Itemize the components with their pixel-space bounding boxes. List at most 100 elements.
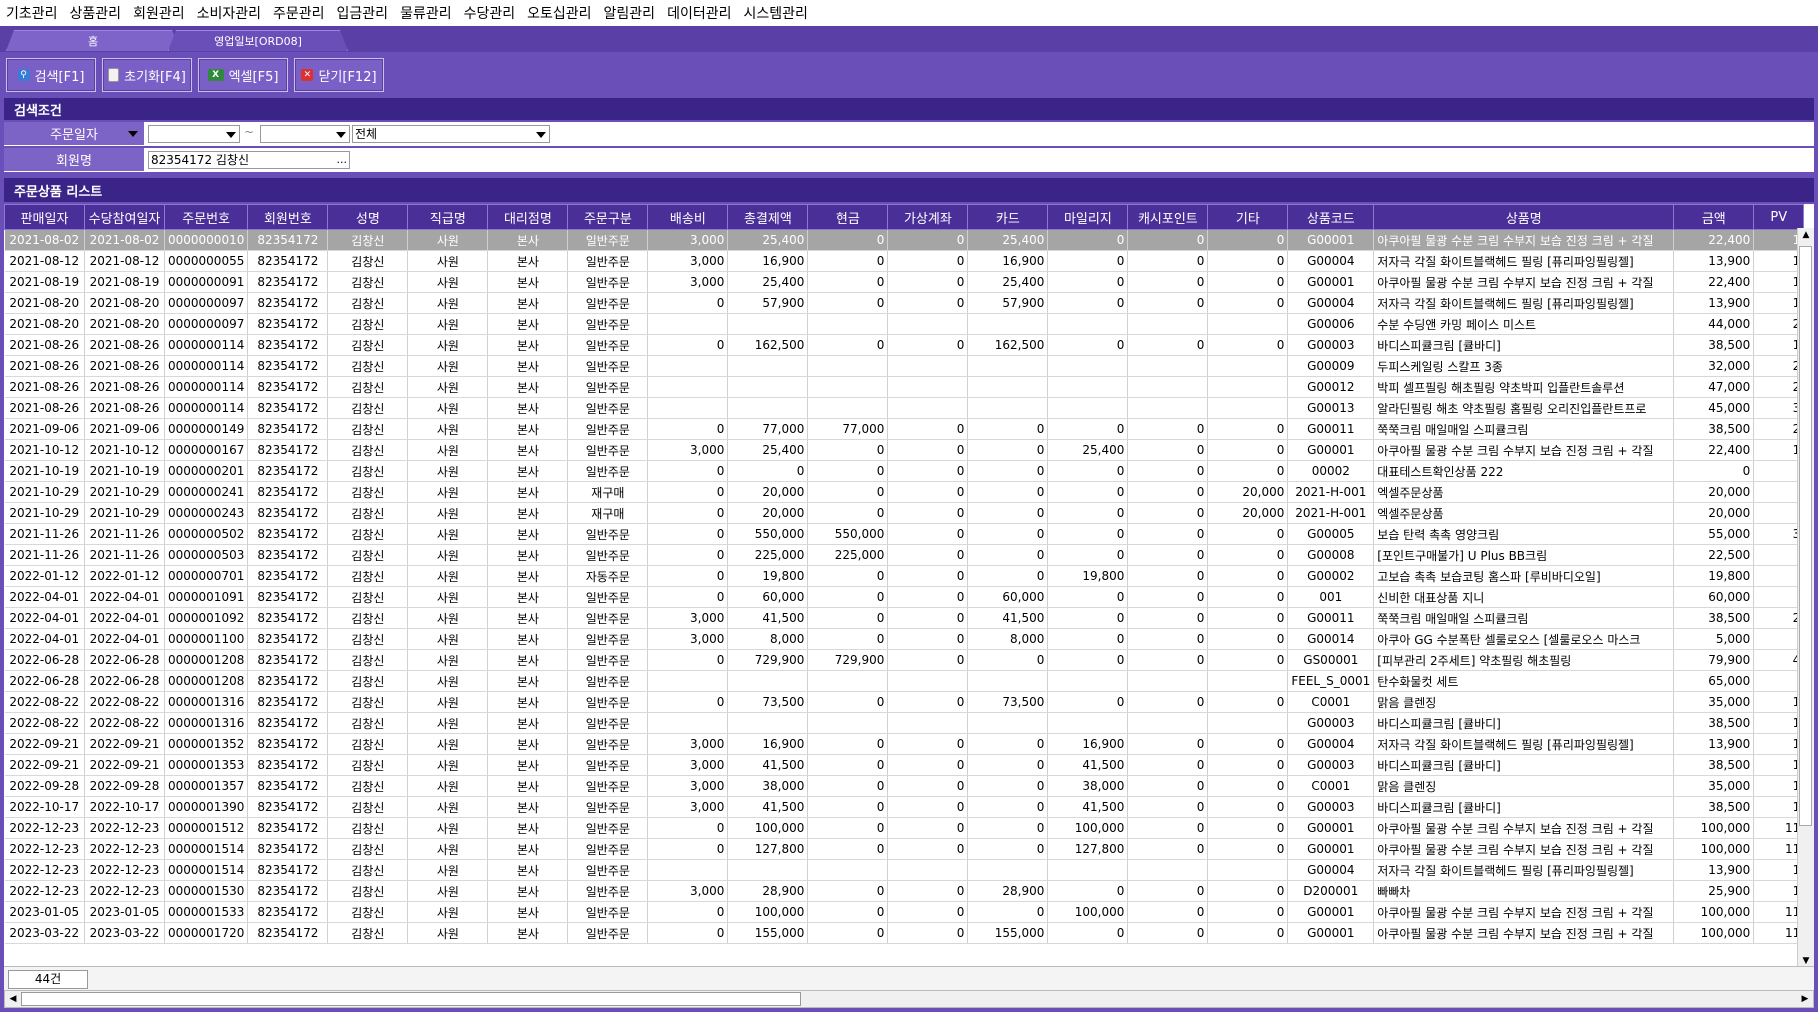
table-row[interactable]: 2021-08-26 2021-08-26 0000000114 82354172 김창… xyxy=(4,376,1805,398)
table-cell: 본사 xyxy=(487,418,569,440)
column-header[interactable]: 배송비 xyxy=(647,204,729,230)
table-row[interactable]: 2022-04-01 2022-04-01 0000001091 82354172 김창… xyxy=(4,586,1805,608)
table-cell: 25,400 xyxy=(727,439,809,461)
table-row[interactable]: 2022-12-23 2022-12-23 0000001512 82354172 김창… xyxy=(4,817,1805,839)
menu-item[interactable]: 알림관리 xyxy=(598,3,662,23)
menu-item[interactable]: 소비자관리 xyxy=(191,3,267,23)
menu-item[interactable]: 수당관리 xyxy=(458,3,522,23)
table-row[interactable]: 2021-11-26 2021-11-26 0000000502 82354172 김창… xyxy=(4,523,1805,545)
vertical-scrollbar[interactable]: ▲ ▼ xyxy=(1797,228,1814,968)
column-header[interactable]: PV xyxy=(1753,204,1805,230)
table-row[interactable]: 2022-09-21 2022-09-21 0000001353 82354172 김창… xyxy=(4,754,1805,776)
table-row[interactable]: 2021-11-26 2021-11-26 0000000503 82354172 김창… xyxy=(4,544,1805,566)
date-to-field[interactable] xyxy=(260,125,350,143)
table-row[interactable]: 2021-08-12 2021-08-12 0000000055 82354172 김창… xyxy=(4,250,1805,272)
table-cell: 2022-12-23 xyxy=(4,859,85,881)
table-row[interactable]: 2022-12-23 2022-12-23 0000001514 82354172 김창… xyxy=(4,838,1805,860)
table-cell: 신비한 대표상품 지니 xyxy=(1373,586,1675,608)
table-cell: 0 xyxy=(1207,796,1289,818)
table-row[interactable]: 2021-10-19 2021-10-19 0000000201 82354172 김창… xyxy=(4,460,1805,482)
table-cell: 일반주문 xyxy=(567,334,649,356)
table-row[interactable]: 2022-06-28 2022-06-28 0000001208 82354172 김창… xyxy=(4,670,1805,692)
vertical-scroll-thumb[interactable] xyxy=(1799,246,1812,826)
menu-item[interactable]: 시스템관리 xyxy=(737,3,813,23)
table-cell: 0000001357 xyxy=(164,775,249,797)
table-row[interactable]: 2021-08-02 2021-08-02 0000000010 82354172 김창… xyxy=(4,229,1805,251)
table-cell: 0 xyxy=(1047,523,1129,545)
table-row[interactable]: 2022-12-23 2022-12-23 0000001514 82354172 김창… xyxy=(4,859,1805,881)
table-row[interactable]: 2023-01-05 2023-01-05 0000001533 82354172 김창… xyxy=(4,901,1805,923)
date-from-field[interactable] xyxy=(148,125,240,143)
table-row[interactable]: 2022-12-23 2022-12-23 0000001530 82354172 김창… xyxy=(4,880,1805,902)
menu-item[interactable]: 입금관리 xyxy=(331,3,395,23)
table-row[interactable]: 2023-03-22 2023-03-22 0000001720 82354172 김창… xyxy=(4,922,1805,944)
member-lookup-button[interactable]: ... xyxy=(337,152,348,168)
member-field[interactable]: 82354172 김창신 ... xyxy=(148,151,350,169)
table-cell: 0 xyxy=(967,901,1049,923)
table-cell: 127,800 xyxy=(1047,838,1129,860)
table-row[interactable]: 2022-10-17 2022-10-17 0000001390 82354172 김창… xyxy=(4,796,1805,818)
column-header[interactable]: 캐시포인트 xyxy=(1127,204,1209,230)
order-type-select[interactable]: 전체 xyxy=(352,125,550,143)
reset-button[interactable]: 초기화[F4] xyxy=(102,58,192,92)
scroll-up-arrow-icon[interactable]: ▲ xyxy=(1799,228,1813,242)
column-header[interactable]: 상품코드 xyxy=(1287,204,1375,230)
table-row[interactable]: 2021-10-29 2021-10-29 0000000241 82354172 김창… xyxy=(4,481,1805,503)
table-row[interactable]: 2021-08-19 2021-08-19 0000000091 82354172 김창… xyxy=(4,271,1805,293)
table-row[interactable]: 2022-08-22 2022-08-22 0000001316 82354172 김창… xyxy=(4,691,1805,713)
menu-item[interactable]: 물류관리 xyxy=(394,3,458,23)
column-header[interactable]: 금액 xyxy=(1673,204,1755,230)
menu-item[interactable]: 회원관리 xyxy=(127,3,191,23)
column-header[interactable]: 성명 xyxy=(327,204,409,230)
table-row[interactable]: 2021-08-20 2021-08-20 0000000097 82354172 김창… xyxy=(4,292,1805,314)
column-header[interactable]: 수당참여일자 xyxy=(84,204,165,230)
horizontal-scrollbar[interactable]: ◀ ▶ xyxy=(4,990,1814,1008)
table-row[interactable]: 2022-09-28 2022-09-28 0000001357 82354172 김창… xyxy=(4,775,1805,797)
column-header[interactable]: 마일리지 xyxy=(1047,204,1129,230)
table-cell: 박피 셀프필링 해초필링 약초박피 입플란트솔루션 xyxy=(1373,376,1675,398)
table-row[interactable]: 2022-06-28 2022-06-28 0000001208 82354172 김창… xyxy=(4,649,1805,671)
horizontal-scroll-thumb[interactable] xyxy=(21,992,801,1006)
table-row[interactable]: 2021-08-20 2021-08-20 0000000097 82354172 김창… xyxy=(4,313,1805,335)
column-header[interactable]: 주문번호 xyxy=(163,204,249,230)
table-cell: 0 xyxy=(1047,922,1129,944)
tab-home[interactable]: 홈 xyxy=(6,30,180,51)
table-row[interactable]: 2021-10-29 2021-10-29 0000000243 82354172 김창… xyxy=(4,502,1805,524)
table-row[interactable]: 2021-08-26 2021-08-26 0000000114 82354172 김창… xyxy=(4,355,1805,377)
column-header[interactable]: 현금 xyxy=(807,204,889,230)
column-header[interactable]: 총결제액 xyxy=(727,204,809,230)
tab-ord08[interactable]: 영업일보[ORD08] xyxy=(168,30,348,51)
menu-item[interactable]: 기초관리 xyxy=(0,3,64,23)
column-header[interactable]: 회원번호 xyxy=(247,204,329,230)
table-row[interactable]: 2021-08-26 2021-08-26 0000000114 82354172 김창… xyxy=(4,334,1805,356)
table-row[interactable]: 2022-04-01 2022-04-01 0000001100 82354172 김창… xyxy=(4,628,1805,650)
table-row[interactable]: 2022-08-22 2022-08-22 0000001316 82354172 김창… xyxy=(4,712,1805,734)
menu-item[interactable]: 주문관리 xyxy=(267,3,331,23)
column-header[interactable]: 판매일자 xyxy=(4,204,85,230)
scroll-left-arrow-icon[interactable]: ◀ xyxy=(6,992,20,1006)
table-cell: 0 xyxy=(1047,418,1129,440)
table-row[interactable]: 2021-10-12 2021-10-12 0000000167 82354172 김창… xyxy=(4,439,1805,461)
column-header[interactable]: 상품명 xyxy=(1373,204,1675,230)
column-header[interactable]: 카드 xyxy=(967,204,1049,230)
scroll-right-arrow-icon[interactable]: ▶ xyxy=(1798,992,1812,1006)
menu-item[interactable]: 오토십관리 xyxy=(521,3,597,23)
table-row[interactable]: 2021-09-06 2021-09-06 0000000149 82354172 김창… xyxy=(4,418,1805,440)
menu-item[interactable]: 상품관리 xyxy=(64,3,128,23)
column-header[interactable]: 가상계좌 xyxy=(887,204,969,230)
table-row[interactable]: 2022-01-12 2022-01-12 0000000701 82354172 김창… xyxy=(4,565,1805,587)
column-header[interactable]: 직급명 xyxy=(407,204,489,230)
table-cell: 2022-09-21 xyxy=(84,733,165,755)
table-row[interactable]: 2022-04-01 2022-04-01 0000001092 82354172 김창… xyxy=(4,607,1805,629)
order-date-select[interactable]: 주문일자 xyxy=(4,122,144,146)
search-button[interactable]: ⚲ 검색[F1] xyxy=(6,58,96,92)
excel-button[interactable]: X 엑셀[F5] xyxy=(198,58,288,92)
table-cell: 사원 xyxy=(407,481,489,503)
column-header[interactable]: 대리점명 xyxy=(487,204,569,230)
close-button[interactable]: ✕ 닫기[F12] xyxy=(294,58,384,92)
column-header[interactable]: 기타 xyxy=(1207,204,1289,230)
menu-item[interactable]: 데이터관리 xyxy=(661,3,737,23)
table-row[interactable]: 2022-09-21 2022-09-21 0000001352 82354172 김창… xyxy=(4,733,1805,755)
table-row[interactable]: 2021-08-26 2021-08-26 0000000114 82354172 김창… xyxy=(4,397,1805,419)
column-header[interactable]: 주문구분 xyxy=(567,204,649,230)
